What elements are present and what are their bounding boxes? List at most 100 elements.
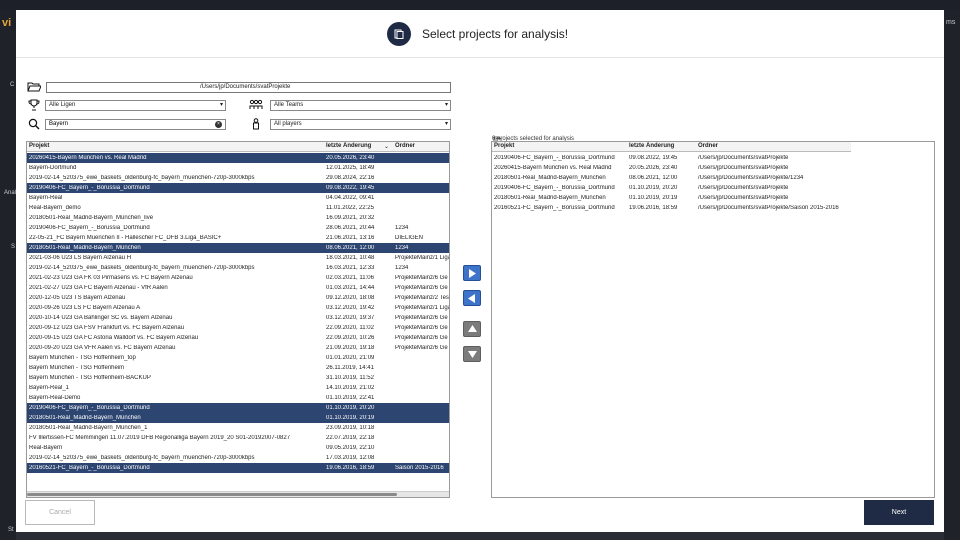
column-header-projekt[interactable]: Projekt	[29, 143, 49, 149]
table-cell: 2019-02-14_520375_ewe_baskets_oldenburg-…	[29, 264, 255, 271]
table-row[interactable]: 20190406-FC_Bayern_-_Borussia_Dortmund 09…	[492, 153, 934, 163]
table-row[interactable]: 20260415-Bayern München vs. Real Madrid 2…	[27, 153, 449, 163]
table-cell: ProjekteMainz/6 Ge	[395, 314, 448, 321]
table-row[interactable]: Bayern München - TSG Hoffenheim-BACKUP 31…	[27, 373, 449, 383]
table-cell: 2021-02-23 U23 GA FK 03 Pirmasens vs. FC…	[29, 274, 193, 281]
add-to-selection-button[interactable]	[463, 265, 481, 281]
table-row[interactable]: 2021-03-06 U23 LS Bayern Alzenau H 18.03.…	[27, 253, 449, 263]
table-row[interactable]: 20180501-Real_Madrid-Bayern_München_live…	[27, 213, 449, 223]
search-input-value: Bayern	[49, 121, 69, 127]
arrow-down-icon	[467, 351, 477, 358]
table-row[interactable]: 2020-12-05 U23 TS Bayern Alzenau 09.12.20…	[27, 293, 449, 303]
table-row[interactable]: 20160521-FC_Bayern_-_Borussia_Dortmund 19…	[492, 203, 934, 213]
table-row[interactable]: 2021-02-23 U23 GA FK 03 Pirmasens vs. FC…	[27, 273, 449, 283]
table-row[interactable]: 20190406-FC_Bayern_-_Borussia_Dortmund 28…	[27, 223, 449, 233]
move-down-button[interactable]	[463, 346, 481, 362]
table-cell: ProjekteMainz/6 Ge	[395, 274, 448, 281]
table-row[interactable]: 20160521-FC_Bayern_-_Borussia_Dortmund 19…	[27, 463, 449, 473]
column-header-ordner[interactable]: Ordner	[395, 143, 415, 149]
table-cell: 01.10.2019, 22:41	[326, 394, 375, 401]
table-row[interactable]: 20190406-FC_Bayern_-_Borussia_Dortmund 09…	[27, 183, 449, 193]
table-row[interactable]: 2021-02-27 U23 GA FC Bayern Alzenau - Vf…	[27, 283, 449, 293]
table-cell: 16.09.2021, 20:32	[326, 214, 375, 221]
table-cell: 2021-02-27 U23 GA FC Bayern Alzenau - Vf…	[29, 284, 168, 291]
table-cell: 22-05-21_FC Bayern Muenchen II - Hallesc…	[29, 234, 222, 241]
clear-search-icon[interactable]: ×	[215, 121, 222, 128]
player-icon	[249, 118, 263, 130]
table-cell: /Users/jp/Documents/svatProjekte/1234	[698, 174, 804, 181]
table-row[interactable]: FV Illertissen-FC Memmingen 11.07.2019 D…	[27, 433, 449, 443]
league-select[interactable]: Alle Ligen ▾	[45, 100, 226, 111]
remove-from-selection-button[interactable]	[463, 290, 481, 306]
table-row[interactable]: 2019-02-14_520375_ewe_baskets_oldenburg-…	[27, 173, 449, 183]
table-cell: 01.03.2021, 14:44	[326, 284, 375, 291]
column-header-letzte-aenderung[interactable]: letzte Änderung	[326, 143, 371, 149]
table-row[interactable]: 20190406-FC_Bayern_-_Borussia_Dortmund 01…	[27, 403, 449, 413]
scrollbar-thumb[interactable]	[27, 493, 397, 496]
table-row[interactable]: Bayern München - TSG Hoffenheim 26.11.201…	[27, 363, 449, 373]
table-cell: Bayern-Real_1	[29, 384, 70, 391]
table-row[interactable]: 2020-09-20 U23 GA VFR Aalen vs. FC Bayer…	[27, 343, 449, 353]
column-header-letzte-aenderung[interactable]: letzte Änderung	[629, 143, 674, 149]
player-select[interactable]: All players ▾	[270, 119, 451, 130]
table-cell: DIELIGEN	[395, 234, 424, 241]
selected-projects-table[interactable]: Projekt letzte Änderung Ordner 20190406-…	[491, 141, 935, 498]
column-header-projekt[interactable]: Projekt	[494, 143, 514, 149]
folder-icon[interactable]	[27, 81, 41, 93]
trophy-icon	[27, 99, 41, 111]
table-cell: 20180501-Real_Madrid-Bayern_München	[494, 174, 606, 181]
dialog-title: Select projects for analysis!	[422, 27, 569, 41]
dialog-header: Select projects for analysis!	[16, 10, 944, 58]
table-row[interactable]: 2020-10-14 U23 GA Bahlinger SC vs. Bayer…	[27, 313, 449, 323]
table-cell: Bayern München - TSG Hoffenheim_top	[29, 354, 136, 361]
table-row[interactable]: Bayern München - TSG Hoffenheim_top 01.01…	[27, 353, 449, 363]
table-cell: ProjekteMainz/1 Liga	[395, 304, 449, 311]
table-row[interactable]: 2020-09-12 U23 GA FSV Frankfurt vs. FC B…	[27, 323, 449, 333]
table-row[interactable]: 20180501-Real_Madrid-Bayern_München 08.06…	[492, 173, 934, 183]
available-projects-table[interactable]: Projekt letzte Änderung ⌄ Ordner 2026041…	[26, 141, 450, 498]
table-row[interactable]: 20180501-Real_Madrid-Bayern_München 01.10…	[27, 413, 449, 423]
table-cell: 23.09.2019, 10:18	[326, 424, 375, 431]
move-up-button[interactable]	[463, 321, 481, 337]
table-cell: 03.12.2020, 19:42	[326, 304, 375, 311]
table-row[interactable]: Bayern-Real-Demo 01.10.2019, 22:41	[27, 393, 449, 403]
table-cell: 22.07.2019, 22:18	[326, 434, 375, 441]
next-button[interactable]: Next	[864, 500, 934, 525]
table-row[interactable]: 2019-02-14_520375_ewe_baskets_oldenburg-…	[27, 453, 449, 463]
background-text: S	[11, 244, 16, 250]
team-select[interactable]: Alle Teams ▾	[270, 100, 451, 111]
horizontal-scrollbar[interactable]	[27, 491, 449, 497]
table-cell: 21.06.2021, 13:16	[326, 234, 375, 241]
table-cell: 18.03.2021, 10:48	[326, 254, 375, 261]
table-cell: 11.01.2022, 22:25	[326, 204, 374, 211]
table-cell: 19.06.2016, 18:59	[629, 204, 678, 211]
table-row[interactable]: 20180501-Real_Madrid-Bayern_München 01.10…	[492, 193, 934, 203]
table-row[interactable]: Bayern-Dortmund 12.01.2025, 18:49	[27, 163, 449, 173]
table-cell: 20190406-FC_Bayern_-_Borussia_Dortmund	[494, 184, 615, 191]
arrow-up-icon	[467, 325, 477, 332]
table-row[interactable]: Bayern-Real 04.04.2022, 09:41	[27, 193, 449, 203]
table-cell: ProjekteMainz/1 Liga	[395, 254, 449, 261]
table-row[interactable]: 2020-09-15 U23 GA FC Astoria Walldorf vs…	[27, 333, 449, 343]
table-cell: 02.03.2021, 11:06	[326, 274, 374, 281]
table-row[interactable]: 2020-09-26 U23 LS FC Bayern Alzenau A 03.…	[27, 303, 449, 313]
column-header-ordner[interactable]: Ordner	[698, 143, 718, 149]
table-row[interactable]: 20190406-FC_Bayern_-_Borussia_Dortmund 01…	[492, 183, 934, 193]
table-cell: 2020-09-26 U23 LS FC Bayern Alzenau A	[29, 304, 141, 311]
cancel-button[interactable]: Cancel	[25, 500, 95, 525]
table-row[interactable]: 20260415-Bayern München vs. Real Madrid 2…	[492, 163, 934, 173]
table-cell: Bayern München - TSG Hoffenheim	[29, 364, 125, 371]
table-row[interactable]: Real-Bayern 09.05.2019, 22:10	[27, 443, 449, 453]
table-row[interactable]: Bayern-Real_1 14.10.2019, 21:02	[27, 383, 449, 393]
table-row[interactable]: 2019-02-14_520375_ewe_baskets_oldenburg-…	[27, 263, 449, 273]
table-row[interactable]: Real-Bayern_demo 11.01.2022, 22:25	[27, 203, 449, 213]
table-header: Projekt letzte Änderung Ordner	[492, 142, 851, 152]
table-row[interactable]: 20180501-Real_Madrid-Bayern_München 08.06…	[27, 243, 449, 253]
table-row[interactable]: 22-05-21_FC Bayern Muenchen II - Hallesc…	[27, 233, 449, 243]
search-input[interactable]: Bayern ×	[45, 119, 226, 130]
arrow-right-icon	[469, 268, 476, 278]
table-cell: /Users/jp/Documents/svatProjekte	[698, 184, 789, 191]
project-path-field[interactable]: /Users/jp/Documents/svatProjekte	[46, 82, 451, 93]
table-cell: 20260415-Bayern München vs. Real Madrid	[494, 164, 612, 171]
table-row[interactable]: 20180501-Real_Madrid-Bayern_München_1 23.…	[27, 423, 449, 433]
